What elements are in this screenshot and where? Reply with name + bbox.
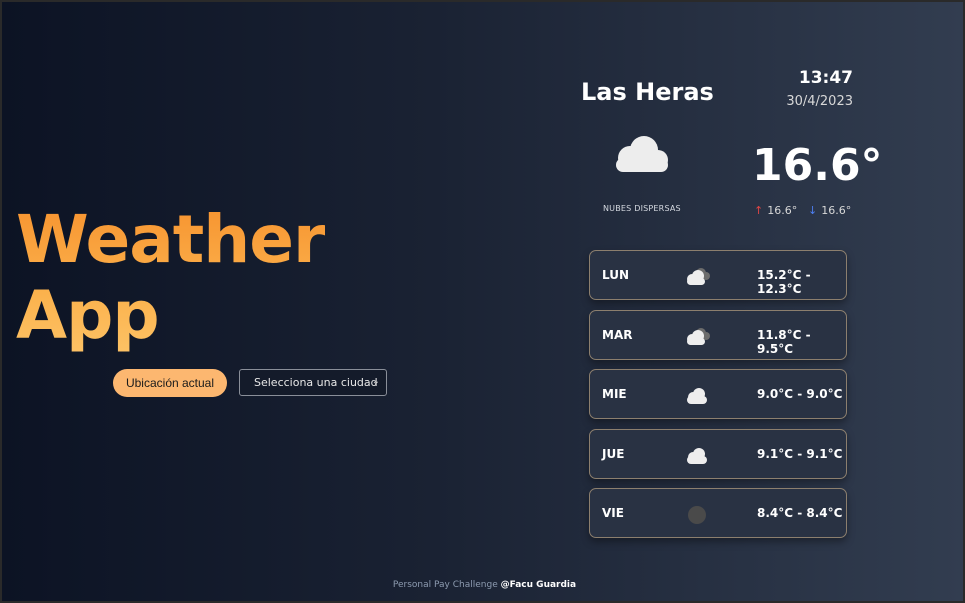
current-location-button[interactable]: Ubicación actual — [113, 369, 227, 397]
cloud-icon — [687, 388, 707, 404]
app-title: Weather App — [16, 202, 325, 354]
forecast-range: 9.1°C - 9.1°C — [757, 446, 843, 461]
forecast-card: JUE 9.1°C - 9.1°C — [589, 428, 847, 479]
chevron-down-icon: ⌄ — [371, 376, 380, 387]
arrow-up-icon: ↑ — [754, 204, 764, 217]
city-select[interactable]: Selecciona una ciudad ⌄ — [239, 369, 387, 396]
forecast-day: VIE — [602, 506, 624, 520]
forecast-card: MAR 11.8°C - 9.5°C — [589, 309, 847, 360]
min-temperature: ↓ 16.6° — [808, 204, 851, 217]
arrow-down-icon: ↓ — [808, 204, 818, 217]
forecast-range: 15.2°C - 12.3°C — [757, 268, 811, 296]
forecast-day: MAR — [602, 327, 633, 342]
forecast-day: MIE — [602, 387, 627, 401]
app-window: Weather App Ubicación actual Selecciona … — [0, 0, 965, 603]
forecast-range: 9.0°C - 9.0°C — [757, 387, 843, 401]
weather-description: NUBES DISPERSAS — [603, 204, 681, 213]
current-date: 30/4/2023 — [786, 94, 853, 109]
forecast-range: 11.8°C - 9.5°C — [757, 327, 811, 356]
forecast-range: 8.4°C - 8.4°C — [757, 506, 843, 520]
clear-night-icon — [688, 506, 706, 524]
current-time: 13:47 — [798, 68, 853, 88]
app-title-line2: App — [16, 277, 159, 354]
forecast-day: JUE — [602, 446, 625, 461]
max-temperature-value: 16.6° — [767, 204, 798, 217]
max-temperature: ↑ 16.6° — [754, 204, 797, 217]
city-name: Las Heras — [581, 78, 714, 106]
forecast-card: VIE 8.4°C - 8.4°C — [589, 488, 847, 538]
min-temperature-value: 16.6° — [821, 204, 852, 217]
forecast-card: MIE 9.0°C - 9.0°C — [589, 369, 847, 419]
broken-clouds-icon — [687, 268, 710, 285]
cloud-icon — [687, 447, 707, 464]
footer-text: Personal Pay Challenge — [392, 580, 498, 590]
footer: Personal Pay Challenge @Facu Guardia — [2, 580, 963, 590]
forecast-list: LUN 15.2°C - 12.3°C MAR 11.8°C - 9.5°C M… — [589, 250, 847, 548]
city-select-value: Selecciona una ciudad — [254, 376, 378, 389]
broken-clouds-icon — [687, 327, 710, 345]
cloud-icon — [616, 136, 668, 172]
app-title-line1: Weather — [16, 201, 325, 278]
forecast-card: LUN 15.2°C - 12.3°C — [589, 250, 847, 300]
current-temperature: 16.6° — [752, 140, 883, 191]
footer-author-link[interactable]: @Facu Guardia — [501, 580, 576, 590]
forecast-day: LUN — [602, 268, 630, 282]
